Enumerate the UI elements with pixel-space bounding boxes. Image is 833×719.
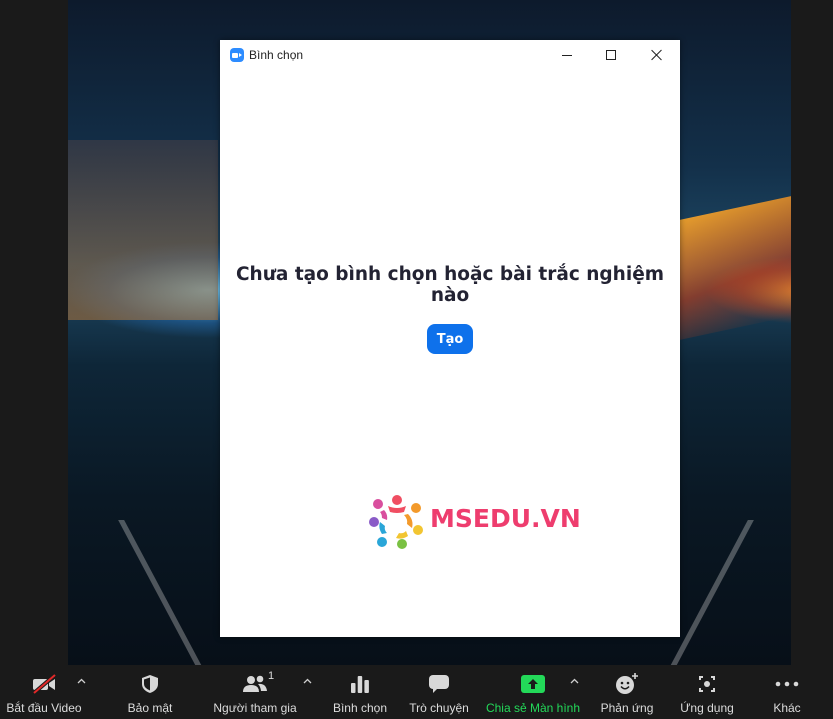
minimize-icon — [562, 54, 572, 56]
more-button[interactable]: Khác — [762, 665, 812, 719]
road-marking — [118, 520, 204, 665]
share-options-caret[interactable] — [567, 674, 581, 688]
maximize-icon — [606, 50, 616, 60]
video-options-caret[interactable] — [74, 674, 88, 688]
meeting-toolbar: Bắt đầu Video Bảo mật 1 Người tham gia B… — [0, 665, 833, 719]
start-video-button[interactable]: Bắt đầu Video — [5, 665, 83, 719]
shield-icon — [136, 671, 164, 697]
apps-icon — [693, 671, 721, 697]
zoom-app-icon — [230, 48, 244, 62]
security-label: Bảo mật — [127, 701, 173, 715]
close-icon — [651, 49, 663, 61]
participants-button[interactable]: 1 Người tham gia — [210, 665, 300, 719]
title-bar[interactable]: Bình chọn — [220, 40, 680, 70]
chat-label: Trò chuyện — [409, 701, 469, 715]
empty-poll-message: Chưa tạo bình chọn hoặc bài trắc nghiệm … — [235, 264, 665, 306]
msedu-watermark: MSEDU.VN — [368, 492, 581, 552]
more-dots-icon — [773, 671, 801, 697]
maximize-button[interactable] — [588, 40, 634, 70]
chevron-up-icon — [303, 678, 311, 684]
participants-label: Người tham gia — [213, 701, 297, 715]
more-label: Khác — [773, 701, 801, 715]
chat-bubble-icon — [425, 671, 453, 697]
msedu-logo-icon — [369, 495, 423, 549]
apps-button[interactable]: Ứng dụng — [674, 665, 740, 719]
chat-button[interactable]: Trò chuyện — [404, 665, 474, 719]
share-screen-label: Chia sẻ Màn hình — [485, 701, 581, 715]
participants-options-caret[interactable] — [300, 674, 314, 688]
reactions-label: Phản ứng — [600, 701, 654, 715]
reactions-button[interactable]: Phản ứng — [597, 665, 657, 719]
participants-icon: 1 — [241, 670, 274, 697]
security-button[interactable]: Bảo mật — [118, 665, 182, 719]
video-off-icon — [30, 671, 58, 697]
poll-window: Bình chọn Chưa tạo bình chọn hoặc bài tr… — [220, 40, 680, 637]
reaction-smiley-icon — [613, 671, 641, 697]
road-marking — [668, 520, 754, 665]
share-screen-icon — [519, 671, 547, 697]
create-poll-button[interactable]: Tạo — [427, 324, 473, 354]
window-title: Bình chọn — [249, 48, 304, 62]
chevron-up-icon — [570, 678, 578, 684]
poll-bar-chart-icon — [346, 671, 374, 697]
apps-label: Ứng dụng — [680, 701, 734, 715]
close-button[interactable] — [634, 40, 680, 70]
polls-button[interactable]: Bình chọn — [328, 665, 392, 719]
chevron-up-icon — [77, 678, 85, 684]
participants-count: 1 — [268, 670, 275, 682]
minimize-button[interactable] — [544, 40, 590, 70]
polls-label: Bình chọn — [332, 701, 388, 715]
watermark-text: MSEDU.VN — [430, 504, 581, 533]
start-video-label: Bắt đầu Video — [6, 701, 82, 715]
